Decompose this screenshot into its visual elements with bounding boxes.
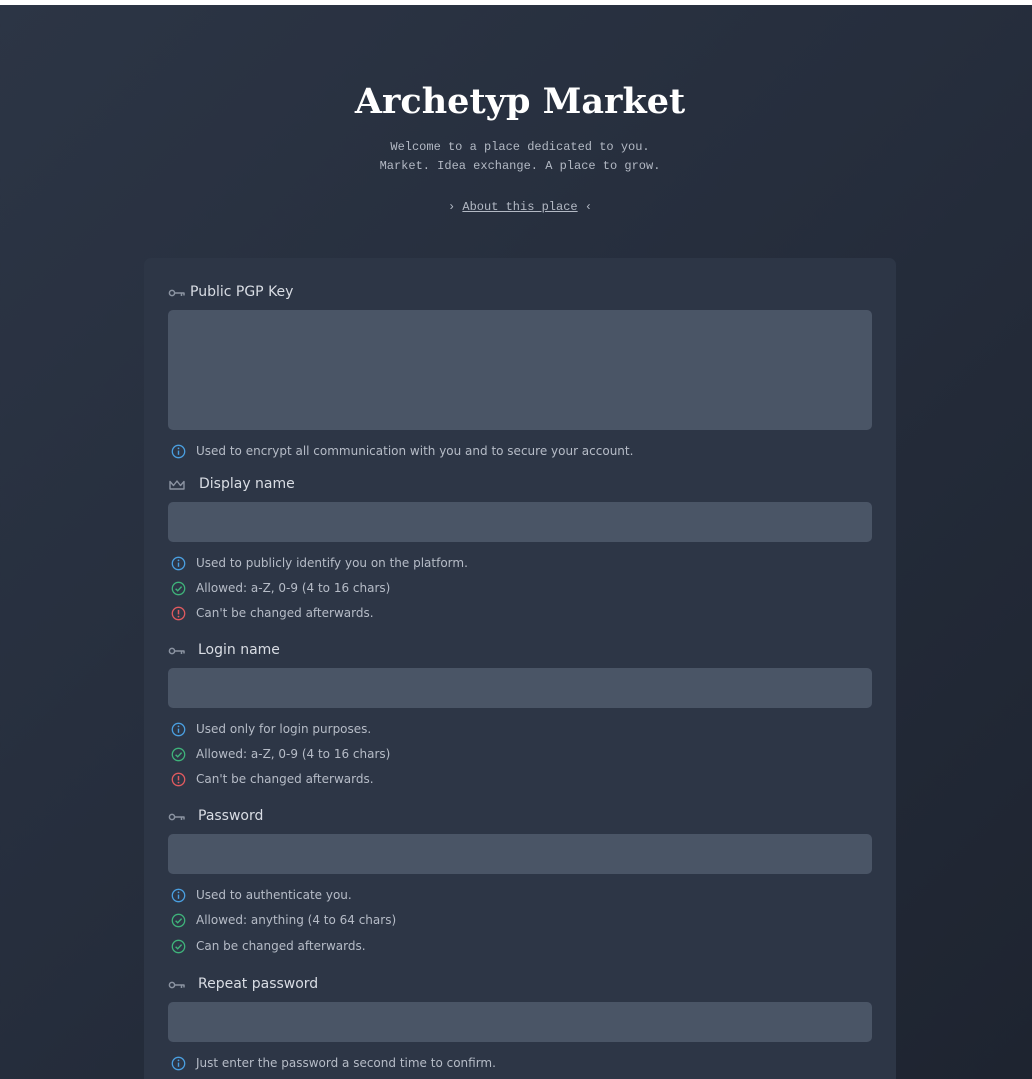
registration-form: Public PGP Key Used to encrypt all commu…: [144, 258, 896, 1079]
password-label-row: Password: [168, 806, 263, 826]
login-name-hint-info: Used only for login purposes.: [171, 720, 371, 738]
hint-text: Used only for login purposes.: [196, 722, 372, 736]
password-hint-info: Used to authenticate you.: [171, 886, 352, 904]
pgp-key-label: Public PGP Key: [190, 284, 294, 300]
top-border: [0, 0, 1032, 5]
check-circle-icon: [171, 913, 186, 927]
hint-text: Allowed: anything (4 to 64 chars): [196, 913, 397, 927]
check-circle-icon: [171, 939, 186, 953]
password-label: Password: [198, 808, 264, 824]
hint-text: Used to encrypt all communication with y…: [196, 444, 634, 458]
login-name-label-row: Login name: [168, 640, 280, 660]
info-icon: [171, 1056, 186, 1070]
login-name-hint-warning: Can't be changed afterwards.: [171, 770, 374, 788]
about-row: › About this place ‹: [0, 198, 1032, 217]
crown-icon: [168, 477, 186, 491]
display-name-input[interactable]: [168, 502, 872, 542]
key-icon: [168, 643, 186, 657]
alert-circle-icon: [171, 606, 186, 620]
hint-text: Allowed: a-Z, 0-9 (4 to 16 chars): [196, 747, 391, 761]
repeat-password-label-row: Repeat password: [168, 974, 318, 994]
tagline-line-1: Welcome to a place dedicated to you.: [390, 140, 650, 154]
info-icon: [171, 556, 186, 570]
login-name-input[interactable]: [168, 668, 872, 708]
alert-circle-icon: [171, 772, 186, 786]
about-link[interactable]: About this place: [462, 200, 577, 214]
about-suffix: ‹: [584, 200, 593, 214]
about-prefix: ›: [447, 200, 456, 214]
password-input[interactable]: [168, 834, 872, 874]
info-icon: [171, 888, 186, 902]
check-circle-icon: [171, 581, 186, 595]
info-icon: [171, 444, 186, 458]
login-name-label: Login name: [198, 642, 280, 658]
site-title: Archetyp Market: [354, 81, 686, 122]
password-hint-changeable: Can be changed afterwards.: [171, 937, 366, 955]
key-icon: [168, 285, 186, 299]
display-name-hint-warning: Can't be changed afterwards.: [171, 604, 374, 622]
hint-text: Used to publicly identify you on the pla…: [196, 556, 468, 570]
display-name-label-row: Display name: [168, 474, 295, 494]
password-hint-allowed: Allowed: anything (4 to 64 chars): [171, 911, 396, 929]
repeat-password-hint-info: Just enter the password a second time to…: [171, 1054, 496, 1072]
tagline-line-2: Market. Idea exchange. A place to grow.: [379, 159, 661, 173]
hint-text: Allowed: a-Z, 0-9 (4 to 16 chars): [196, 581, 391, 595]
display-name-hint-info: Used to publicly identify you on the pla…: [171, 554, 468, 572]
key-icon: [168, 809, 186, 823]
repeat-password-input[interactable]: [168, 1002, 872, 1042]
display-name-label: Display name: [199, 476, 295, 492]
info-icon: [171, 722, 186, 736]
hint-text: Can be changed afterwards.: [196, 939, 366, 953]
key-icon: [168, 977, 186, 991]
hint-text: Used to authenticate you.: [196, 888, 352, 902]
hint-text: Can't be changed afterwards.: [196, 772, 374, 786]
pgp-key-textarea[interactable]: [168, 310, 872, 430]
pgp-key-hint-info: Used to encrypt all communication with y…: [171, 442, 633, 460]
login-name-hint-allowed: Allowed: a-Z, 0-9 (4 to 16 chars): [171, 745, 390, 763]
check-circle-icon: [171, 747, 186, 761]
hint-text: Just enter the password a second time to…: [196, 1056, 496, 1070]
pgp-key-label-row: Public PGP Key: [168, 282, 293, 302]
hint-text: Can't be changed afterwards.: [196, 606, 374, 620]
display-name-hint-allowed: Allowed: a-Z, 0-9 (4 to 16 chars): [171, 579, 390, 597]
repeat-password-label: Repeat password: [198, 976, 319, 992]
